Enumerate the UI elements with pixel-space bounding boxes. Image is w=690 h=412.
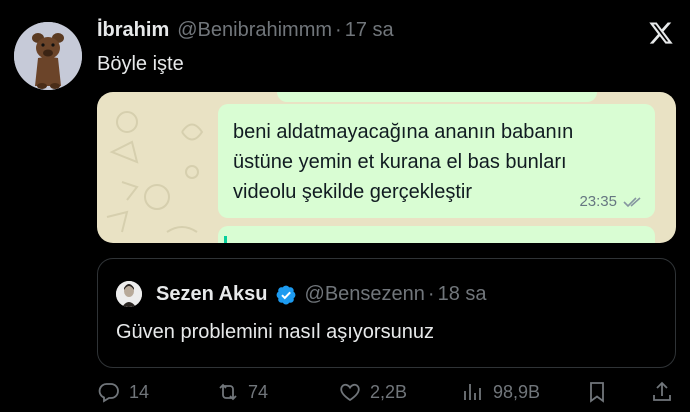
quote-separator-dot: · bbox=[427, 283, 435, 305]
previous-message-bubble bbox=[277, 92, 597, 102]
message-time: 23:35 bbox=[579, 193, 617, 210]
author-name[interactable]: İbrahim bbox=[97, 19, 169, 42]
tweet-text: Böyle işte bbox=[97, 53, 184, 75]
repost-button[interactable]: 74 bbox=[216, 380, 268, 404]
tweet-actions: 14 74 2,2B 98,9B bbox=[97, 380, 676, 408]
reply-count: 14 bbox=[129, 381, 150, 402]
quote-time[interactable]: 18 sa bbox=[438, 283, 487, 306]
message-bubble: beni aldatmayacağına ananın babanın üstü… bbox=[218, 104, 655, 218]
portrait-avatar-image bbox=[116, 281, 142, 307]
tweet-header: İbrahim @Benibrahimmm · 17 sa bbox=[97, 19, 394, 42]
views-count: 98,9B bbox=[493, 381, 541, 402]
repost-icon bbox=[219, 383, 237, 401]
bear-avatar-image bbox=[14, 22, 82, 90]
bookmark-icon[interactable] bbox=[585, 380, 609, 404]
separator-dot: · bbox=[335, 19, 342, 41]
reply-button[interactable]: 14 bbox=[97, 380, 149, 404]
reply-icon bbox=[98, 383, 119, 403]
quote-author-handle[interactable]: @Bensezenn bbox=[305, 283, 425, 306]
author-avatar[interactable] bbox=[14, 22, 82, 90]
next-message-bubble bbox=[218, 226, 655, 243]
author-handle[interactable]: @Benibrahimmm bbox=[177, 19, 332, 42]
views-icon bbox=[464, 384, 481, 400]
tweet-media-image[interactable]: beni aldatmayacağına ananın babanın üstü… bbox=[97, 92, 676, 243]
repost-count: 74 bbox=[248, 381, 269, 402]
like-count: 2,2B bbox=[370, 381, 408, 402]
double-check-icon bbox=[623, 197, 641, 208]
verified-icon bbox=[276, 285, 295, 304]
quote-avatar[interactable] bbox=[116, 281, 142, 307]
quoted-tweet[interactable]: Sezen Aksu @Bensezenn · 18 sa Güven prob… bbox=[97, 258, 676, 368]
reply-bar bbox=[224, 236, 227, 243]
x-logo-icon[interactable] bbox=[648, 20, 674, 46]
views-button[interactable]: 98,9B bbox=[461, 380, 540, 404]
like-icon bbox=[340, 383, 360, 402]
tweet-time[interactable]: 17 sa bbox=[345, 19, 394, 42]
message-text: beni aldatmayacağına ananın babanın üstü… bbox=[233, 121, 574, 203]
share-icon[interactable] bbox=[650, 380, 674, 404]
quote-header: Sezen Aksu @Bensezenn · 18 sa bbox=[156, 283, 487, 306]
like-button[interactable]: 2,2B bbox=[338, 380, 407, 404]
quote-author-name[interactable]: Sezen Aksu bbox=[156, 283, 268, 306]
quote-text: Güven problemini nasıl aşıyorsunuz bbox=[116, 321, 434, 343]
